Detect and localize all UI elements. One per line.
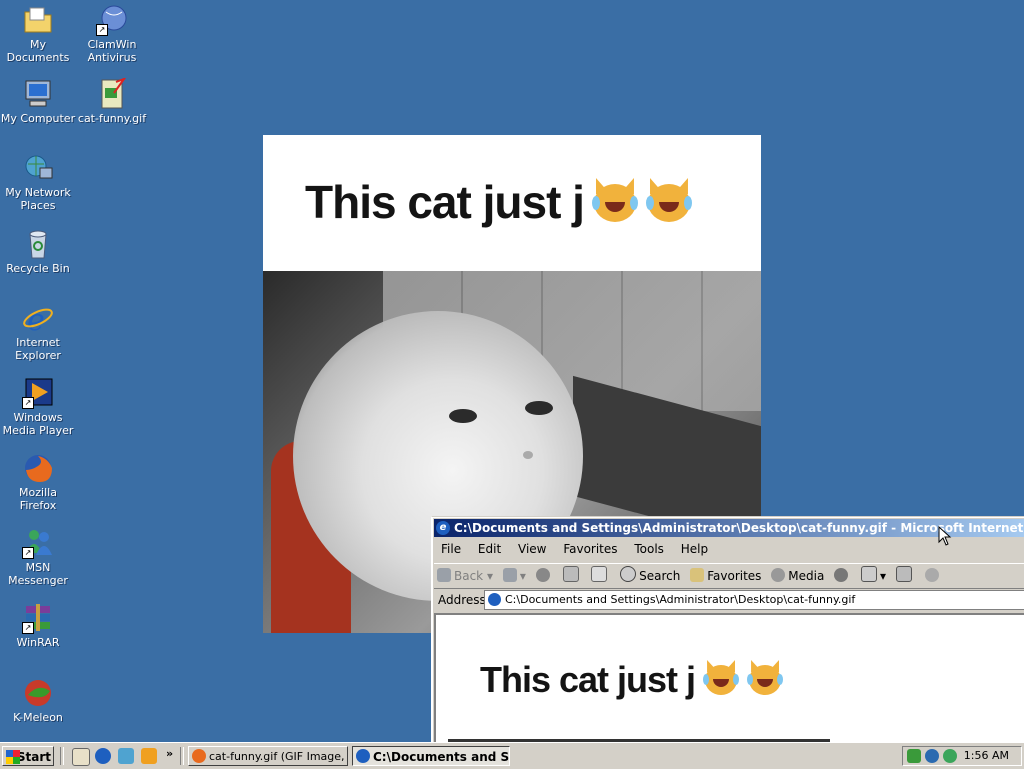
print-icon: [895, 566, 912, 582]
shortcut-arrow-icon: ↗: [22, 622, 34, 634]
shortcut-arrow-icon: ↗: [96, 24, 108, 36]
system-tray: 1:56 AM: [902, 746, 1022, 766]
my-computer-icon: [22, 78, 54, 110]
messenger-button[interactable]: [924, 564, 942, 588]
desktop-icon-recycle-bin[interactable]: Recycle Bin: [0, 228, 76, 275]
quick-launch-chevron-icon[interactable]: »: [166, 747, 173, 760]
taskbar: Start » cat-funny.gif (GIF Image, 4... C…: [0, 742, 1024, 769]
my-documents-icon: [22, 4, 54, 36]
globe-icon[interactable]: [925, 749, 939, 763]
history-icon: [834, 568, 849, 582]
menu-edit[interactable]: Edit: [478, 542, 501, 556]
page-content: This cat just j: [434, 613, 1024, 745]
menu-help[interactable]: Help: [681, 542, 708, 556]
mail-button[interactable]: ▾: [860, 564, 886, 588]
media-player-icon: ↗: [22, 377, 54, 409]
page-icon: [488, 593, 501, 606]
address-label: Address: [438, 593, 486, 607]
forward-button[interactable]: ▾: [502, 564, 526, 588]
network-places-icon: [22, 152, 54, 184]
stop-icon: [535, 568, 550, 582]
internet-explorer-icon: e: [22, 302, 54, 338]
messenger-status-icon[interactable]: [943, 749, 957, 763]
favorites-star-icon: [690, 568, 705, 582]
window-titlebar[interactable]: e C:\Documents and Settings\Administrator…: [434, 519, 1024, 537]
msn-messenger-icon: ↗: [22, 527, 54, 559]
crying-laughing-cat-emoji-icon: [703, 660, 740, 696]
k-meleon-icon: [22, 677, 54, 709]
crying-laughing-cat-emoji-icon: [747, 660, 784, 696]
mail-icon: [860, 566, 877, 582]
refresh-icon: [562, 566, 579, 582]
desktop-icon-media-player[interactable]: ↗ Windows Media Player: [0, 377, 76, 437]
mouse-cursor-icon: [938, 526, 952, 546]
back-button[interactable]: Back ▾: [437, 564, 493, 588]
internet-explorer-icon[interactable]: [95, 748, 111, 764]
search-button[interactable]: Search: [620, 564, 680, 588]
media-icon: [771, 568, 786, 582]
internet-explorer-window[interactable]: e C:\Documents and Settings\Administrator…: [431, 516, 1024, 745]
clamwin-icon: ↗: [96, 4, 128, 36]
outlook-express-icon[interactable]: [118, 748, 134, 764]
internet-explorer-icon: [356, 749, 370, 763]
address-bar: Address C:\Documents and Settings\Admini…: [434, 589, 1024, 611]
internet-explorer-icon: e: [436, 521, 450, 535]
home-icon: [591, 566, 608, 582]
clock[interactable]: 1:56 AM: [964, 747, 1009, 765]
gif-caption-area: This cat just j: [263, 135, 761, 271]
desktop-icon-msn-messenger[interactable]: ↗ MSN Messenger: [0, 527, 76, 587]
menu-file[interactable]: File: [441, 542, 461, 556]
taskbar-separator: [60, 747, 64, 765]
gif-caption: This cat just j: [305, 175, 692, 229]
menu-view[interactable]: View: [518, 542, 546, 556]
desktop-icon-firefox[interactable]: Mozilla Firefox: [0, 452, 76, 512]
standard-toolbar: Back ▾ ▾ Search Favorites Media ▾: [434, 563, 1024, 589]
home-button[interactable]: [591, 564, 610, 588]
gif-caption: This cat just j: [480, 659, 784, 701]
back-arrow-icon: [437, 568, 451, 582]
network-status-icon[interactable]: [907, 749, 921, 763]
firefox-icon: [192, 749, 206, 763]
taskbar-button-ie-window[interactable]: C:\Documents and S...: [352, 746, 510, 766]
show-desktop-icon[interactable]: [72, 748, 90, 766]
stop-button[interactable]: [535, 564, 553, 588]
desktop-icon-my-computer[interactable]: My Computer: [0, 78, 76, 125]
media-player-icon[interactable]: [141, 748, 157, 764]
history-button[interactable]: [834, 564, 851, 588]
taskbar-button-gif-image[interactable]: cat-funny.gif (GIF Image, 4...: [188, 746, 348, 766]
desktop-icon-k-meleon[interactable]: K-Meleon: [0, 677, 76, 724]
favorites-button[interactable]: Favorites: [690, 564, 761, 588]
gif-file-icon: [96, 76, 128, 110]
windows-flag-icon: [6, 750, 20, 764]
search-icon: [620, 566, 637, 582]
crying-laughing-cat-emoji-icon: [645, 178, 692, 224]
shortcut-arrow-icon: ↗: [22, 397, 34, 409]
svg-text:e: e: [27, 303, 45, 334]
desktop-icon-clamwin[interactable]: ↗ ClamWin Antivirus: [74, 4, 150, 64]
messenger-icon: [924, 568, 939, 582]
menu-bar: File Edit View Favorites Tools Help: [434, 539, 1024, 559]
shortcut-arrow-icon: ↗: [22, 547, 34, 559]
desktop-icon-winrar[interactable]: ↗ WinRAR: [0, 602, 76, 649]
media-button[interactable]: Media: [771, 564, 824, 588]
desktop-icon-cat-funny-gif[interactable]: cat-funny.gif: [74, 76, 150, 125]
menu-favorites[interactable]: Favorites: [563, 542, 617, 556]
firefox-icon: [22, 452, 54, 484]
crying-laughing-cat-emoji-icon: [591, 178, 638, 224]
start-button[interactable]: Start: [2, 746, 54, 766]
recycle-bin-icon: [22, 228, 54, 260]
forward-arrow-icon: [502, 568, 517, 582]
refresh-button[interactable]: [562, 564, 582, 588]
menu-tools[interactable]: Tools: [634, 542, 664, 556]
print-button[interactable]: [895, 564, 915, 588]
desktop-icon-my-documents[interactable]: My Documents: [0, 4, 76, 64]
desktop-icon-internet-explorer[interactable]: e Internet Explorer: [0, 302, 76, 362]
taskbar-separator: [180, 747, 184, 765]
address-input[interactable]: C:\Documents and Settings\Administrator\…: [484, 590, 1024, 610]
winrar-icon: ↗: [22, 602, 54, 634]
desktop-icon-network-places[interactable]: My Network Places: [0, 152, 76, 212]
